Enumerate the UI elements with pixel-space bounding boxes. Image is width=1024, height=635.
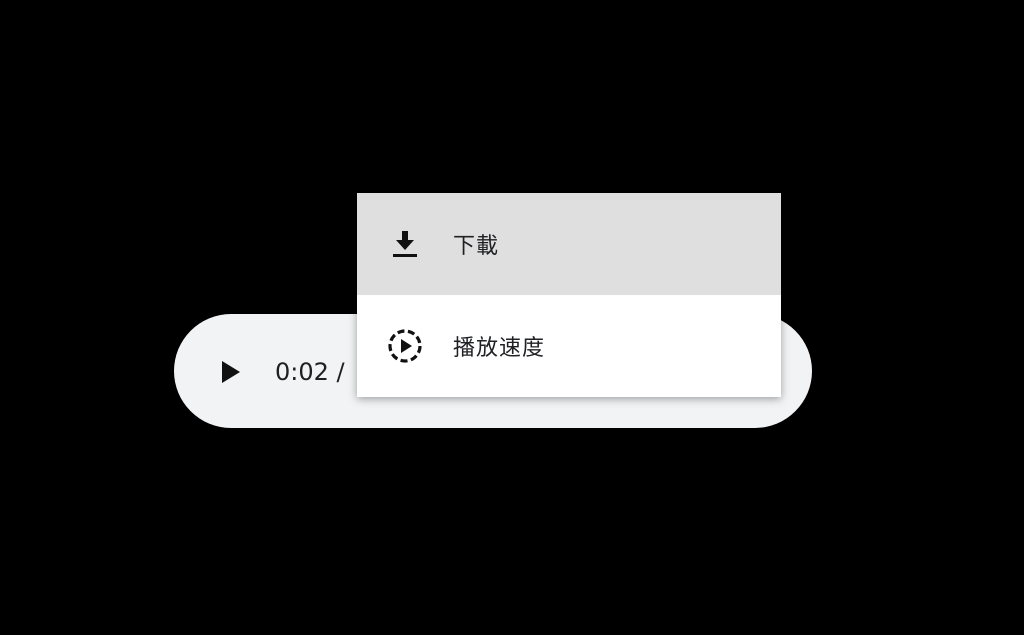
menu-item-label: 下載 <box>453 234 500 259</box>
playback-speed-icon <box>387 328 423 364</box>
download-icon <box>387 226 423 262</box>
menu-item-label: 播放速度 <box>453 336 546 361</box>
menu-item-download[interactable]: 下載 <box>357 193 781 295</box>
overflow-menu: 下載 播放速度 <box>357 193 781 397</box>
menu-item-playback-speed[interactable]: 播放速度 <box>357 295 781 397</box>
play-button[interactable] <box>208 352 254 392</box>
time-display: 0:02 / <box>275 358 345 386</box>
video-stage: 0:02 / 下載 播放速度 <box>0 0 1024 635</box>
play-icon <box>222 361 240 383</box>
